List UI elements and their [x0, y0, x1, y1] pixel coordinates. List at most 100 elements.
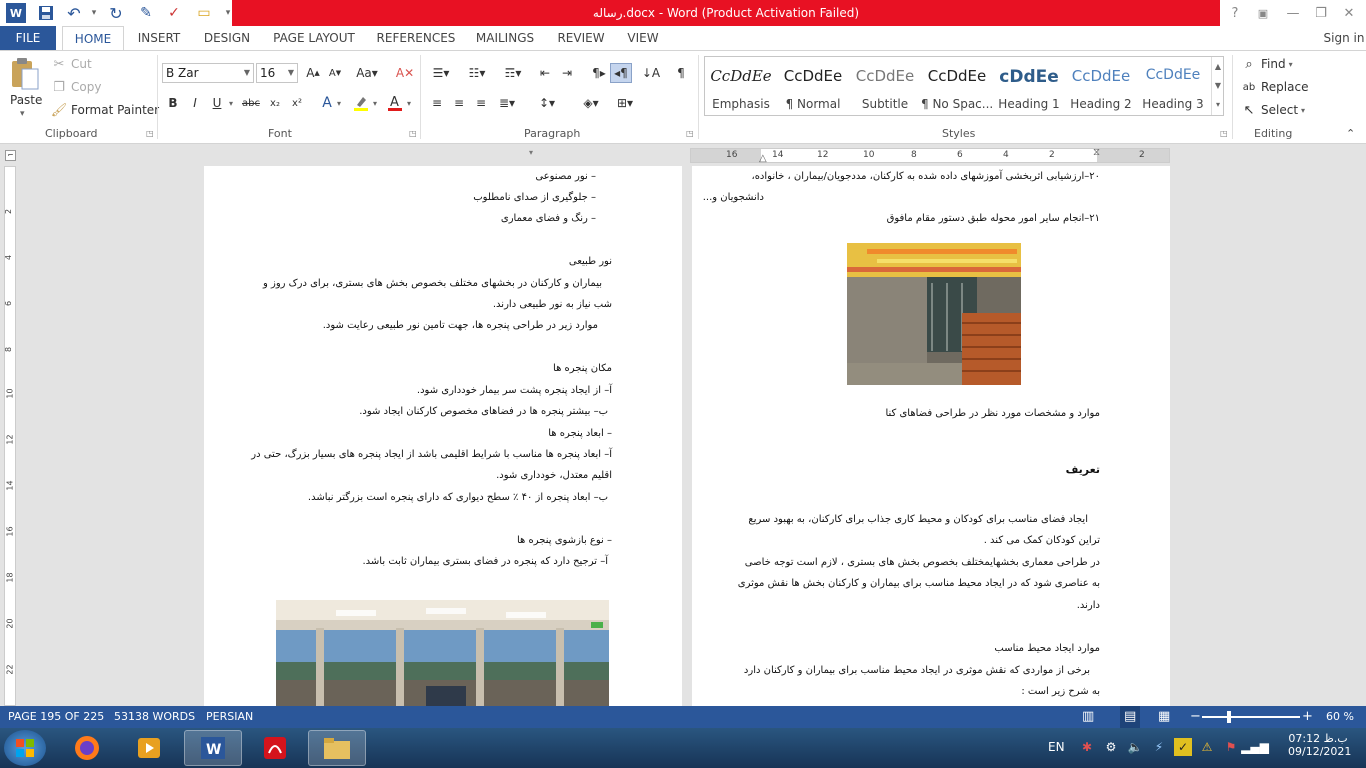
- ruler-body[interactable]: 16 14 12 10 8 6 4 2 2 △ ⧖: [690, 147, 1170, 164]
- paste-button[interactable]: Paste: [10, 93, 42, 107]
- style-normal[interactable]: CcDdEe ¶ Normal: [777, 57, 849, 115]
- save-icon[interactable]: [36, 3, 56, 23]
- superscript-icon[interactable]: x²: [286, 93, 308, 113]
- copy-button[interactable]: ❐ Copy: [50, 78, 101, 96]
- paste-dropdown-icon[interactable]: ▾: [20, 109, 25, 119]
- tab-insert[interactable]: INSERT: [134, 26, 184, 50]
- document-page-right[interactable]: ۲۰–ارزشیابی اثربخشی آموزشهای داده شده به…: [692, 166, 1170, 706]
- spelling-icon[interactable]: ✓: [164, 3, 184, 23]
- bold-icon[interactable]: B: [162, 93, 184, 113]
- numbering-icon[interactable]: ☷▾: [462, 63, 492, 83]
- redo-icon[interactable]: ↻: [106, 3, 126, 23]
- change-case-icon[interactable]: Aa▾: [352, 63, 382, 83]
- tab-selector-icon[interactable]: ⌐: [5, 150, 16, 161]
- grow-font-icon[interactable]: A ▲: [302, 63, 324, 83]
- undo-icon[interactable]: ↶: [64, 3, 84, 23]
- style-emphasis[interactable]: CcDdEe Emphasis: [705, 57, 777, 115]
- font-color-icon[interactable]: A: [384, 93, 406, 113]
- restore-button[interactable]: ❐: [1310, 3, 1332, 23]
- cut-button[interactable]: ✂ Cut: [50, 55, 92, 73]
- word-logo-icon[interactable]: W: [6, 3, 26, 23]
- network-alert-icon[interactable]: ✱: [1078, 738, 1096, 756]
- minimize-button[interactable]: —: [1282, 3, 1304, 23]
- font-size-combo[interactable]: 16 ▼: [256, 63, 298, 83]
- subscript-icon[interactable]: x₂: [264, 93, 286, 113]
- tab-review[interactable]: REVIEW: [554, 26, 608, 50]
- find-button[interactable]: ⌕ Find ▾: [1240, 55, 1292, 73]
- open-folder-icon[interactable]: ▭: [194, 3, 214, 23]
- clipboard-launcher-icon[interactable]: ◳: [146, 129, 154, 138]
- acrobat-app[interactable]: [246, 730, 304, 766]
- word-app[interactable]: W: [184, 730, 242, 766]
- start-button[interactable]: [4, 730, 46, 766]
- devices-icon[interactable]: ⚙: [1102, 738, 1120, 756]
- chevron-down-icon[interactable]: ▾: [370, 93, 380, 113]
- print-layout-icon[interactable]: ▤: [1120, 706, 1141, 728]
- format-painter-button[interactable]: 🖌 Format Painter: [50, 101, 159, 119]
- paragraph-launcher-icon[interactable]: ◳: [686, 129, 694, 138]
- zoom-level[interactable]: 60 %: [1326, 706, 1354, 728]
- undo-dropdown-icon[interactable]: ▾: [84, 3, 104, 23]
- tab-references[interactable]: REFERENCES: [376, 26, 456, 50]
- style-no-spacing[interactable]: CcDdEe ¶ No Spac...: [921, 57, 993, 115]
- show-marks-icon[interactable]: ¶: [670, 63, 692, 83]
- language-indicator[interactable]: PERSIAN: [206, 706, 253, 728]
- style-heading-3[interactable]: CcDdEe Heading 3: [1137, 57, 1209, 115]
- strikethrough-icon[interactable]: abc: [240, 93, 262, 113]
- edit-doc-icon[interactable]: ✎: [136, 3, 156, 23]
- zoom-out-icon[interactable]: −: [1190, 706, 1201, 728]
- bullets-icon[interactable]: ☰▾: [426, 63, 456, 83]
- right-indent-marker-icon[interactable]: ⧖: [1093, 147, 1100, 158]
- font-launcher-icon[interactable]: ◳: [409, 129, 417, 138]
- shrink-font-icon[interactable]: A ▼: [324, 63, 346, 83]
- zoom-slider[interactable]: [1202, 716, 1300, 718]
- tab-home[interactable]: HOME: [62, 26, 124, 50]
- replace-button[interactable]: ab Replace: [1240, 78, 1309, 96]
- chevron-down-icon[interactable]: ▾: [334, 93, 344, 113]
- left-indent-marker-icon[interactable]: △: [759, 153, 767, 164]
- web-layout-icon[interactable]: ▦: [1158, 706, 1170, 728]
- read-mode-icon[interactable]: ▥: [1082, 706, 1094, 728]
- chevron-down-icon[interactable]: ▾: [404, 93, 414, 113]
- rtl-icon[interactable]: ◂¶: [610, 63, 632, 83]
- ltr-icon[interactable]: ¶▸: [588, 63, 610, 83]
- paste-icon[interactable]: [8, 57, 42, 91]
- clock[interactable]: 07:12 ب.ظ 09/12/2021: [1288, 732, 1351, 758]
- styles-launcher-icon[interactable]: ◳: [1220, 129, 1228, 138]
- volume-icon[interactable]: 🔈: [1126, 738, 1144, 756]
- tab-design[interactable]: DESIGN: [200, 26, 254, 50]
- zoom-slider-thumb[interactable]: [1227, 711, 1232, 723]
- ribbon-display-icon[interactable]: ▣: [1252, 3, 1274, 23]
- document-page-left[interactable]: – نور مصنوعی – جلوگیری از صدای نامطلوب –…: [204, 166, 682, 706]
- underline-icon[interactable]: U: [206, 93, 228, 113]
- flag-icon[interactable]: ⚑: [1222, 738, 1240, 756]
- keyboard-language[interactable]: EN: [1048, 740, 1065, 754]
- underline-dropdown-icon[interactable]: ▾: [226, 93, 236, 113]
- media-player-app[interactable]: [120, 730, 178, 766]
- tab-mailings[interactable]: MAILINGS: [472, 26, 538, 50]
- collapse-ribbon-icon[interactable]: ⌃: [1346, 127, 1355, 140]
- decrease-indent-icon[interactable]: ⇤: [534, 63, 556, 83]
- power-icon[interactable]: ⚡: [1150, 738, 1168, 756]
- tab-file[interactable]: FILE: [0, 26, 56, 50]
- zoom-in-icon[interactable]: +: [1302, 706, 1313, 728]
- align-right-icon[interactable]: ≡: [470, 93, 492, 113]
- tab-view[interactable]: VIEW: [624, 26, 662, 50]
- borders-icon[interactable]: ⊞▾: [610, 93, 640, 113]
- justify-icon[interactable]: ≣▾: [492, 93, 522, 113]
- tab-page-layout[interactable]: PAGE LAYOUT: [270, 26, 358, 50]
- highlight-icon[interactable]: [350, 93, 372, 113]
- align-left-icon[interactable]: ≡: [426, 93, 448, 113]
- style-subtitle[interactable]: CcDdEe Subtitle: [849, 57, 921, 115]
- word-count[interactable]: 53138 WORDS: [114, 706, 195, 728]
- styles-scroll[interactable]: ▲ ▼ ▾: [1211, 57, 1224, 115]
- page-count[interactable]: PAGE 195 OF 225: [8, 706, 104, 728]
- style-heading-1[interactable]: cDdEe Heading 1: [993, 57, 1065, 115]
- sign-in-link[interactable]: Sign in: [1322, 26, 1366, 50]
- signal-icon[interactable]: ▂▄▆: [1241, 738, 1269, 756]
- firefox-app[interactable]: [58, 730, 116, 766]
- close-button[interactable]: ✕: [1338, 3, 1360, 23]
- sort-icon[interactable]: ↓A: [640, 63, 662, 83]
- shading-icon[interactable]: ◈▾: [576, 93, 606, 113]
- app-tray-icon[interactable]: ✓: [1174, 738, 1192, 756]
